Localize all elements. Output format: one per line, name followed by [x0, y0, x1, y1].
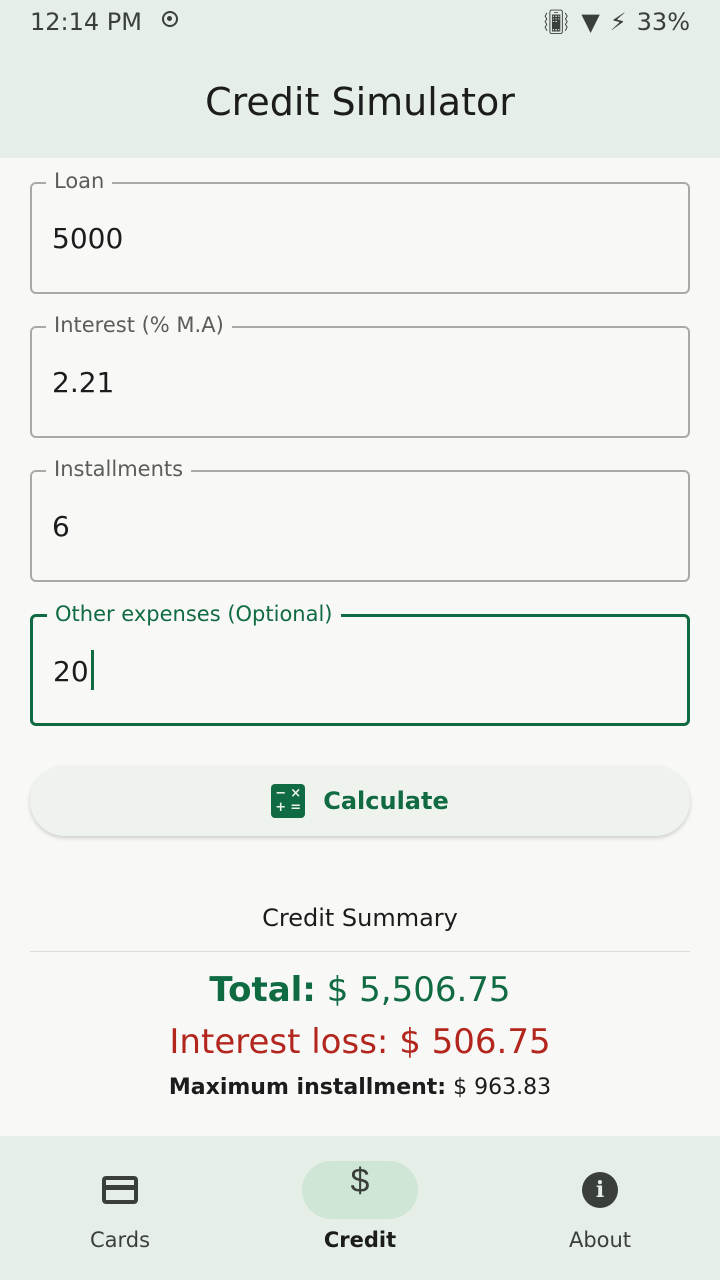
other-expenses-label: Other expenses (Optional): [47, 602, 341, 626]
dollar-icon: $: [350, 1162, 370, 1200]
total-label: Total:: [209, 970, 316, 1010]
other-expenses-value[interactable]: 20: [53, 655, 89, 688]
status-bar: 12:14 PM 📳︎ ▼ ⚡ 33%: [0, 0, 720, 46]
divider: [30, 951, 690, 952]
calculator-icon: − × + =: [271, 784, 306, 818]
summary-title: Credit Summary: [262, 904, 458, 932]
calculate-button[interactable]: − × + = Calculate: [30, 766, 690, 836]
nav-item-about[interactable]: i About: [480, 1136, 720, 1280]
installments-field[interactable]: Installments 6: [30, 457, 690, 582]
credit-card-icon: [102, 1176, 138, 1204]
interest-loss-line: Interest loss: $ 506.75: [0, 1022, 720, 1062]
text-cursor: [90, 650, 94, 690]
status-indicators: 📳︎ ▼ ⚡ 33%: [541, 8, 690, 36]
interest-field[interactable]: Interest (% M.A) 2.21: [30, 313, 690, 438]
nav-label-about: About: [568, 1228, 632, 1252]
total-line: Total: $ 5,506.75: [0, 970, 720, 1010]
installments-value[interactable]: 6: [52, 510, 70, 543]
max-installment-value: $ 963.83: [453, 1075, 552, 1100]
record-icon: [162, 11, 178, 27]
interest-loss-label: Interest loss:: [169, 1022, 389, 1062]
interest-label: Interest (% M.A): [46, 313, 232, 337]
calculate-button-label: Calculate: [323, 787, 449, 815]
nav-item-credit[interactable]: $ Credit: [240, 1136, 480, 1280]
nav-label-cards: Cards: [89, 1228, 151, 1252]
interest-value[interactable]: 2.21: [52, 366, 114, 399]
total-value: $ 5,506.75: [326, 970, 511, 1010]
installments-label: Installments: [46, 457, 192, 481]
vibrate-icon: 📳︎: [540, 8, 572, 36]
interest-loss-value: $ 506.75: [399, 1022, 551, 1062]
other-expenses-value-wrap[interactable]: 20: [53, 650, 94, 690]
battery-icon: ⚡: [609, 8, 627, 36]
max-installment-line: Maximum installment: $ 963.83: [0, 1075, 720, 1100]
page-title: Credit Simulator: [205, 80, 515, 124]
wifi-icon: ▼: [581, 8, 600, 36]
app-bar: Credit Simulator: [0, 46, 720, 158]
nav-item-cards[interactable]: Cards: [0, 1136, 240, 1280]
info-icon: i: [582, 1172, 618, 1208]
loan-value[interactable]: 5000: [52, 222, 123, 255]
loan-label: Loan: [46, 169, 113, 193]
battery-percent: 33%: [636, 8, 690, 36]
other-expenses-field[interactable]: Other expenses (Optional) 20: [30, 602, 690, 726]
status-time: 12:14 PM: [30, 8, 142, 36]
max-installment-label: Maximum installment:: [168, 1075, 447, 1100]
bottom-nav: Cards $ Credit i About: [0, 1136, 720, 1280]
loan-field[interactable]: Loan 5000: [30, 169, 690, 294]
nav-label-credit: Credit: [323, 1228, 397, 1252]
